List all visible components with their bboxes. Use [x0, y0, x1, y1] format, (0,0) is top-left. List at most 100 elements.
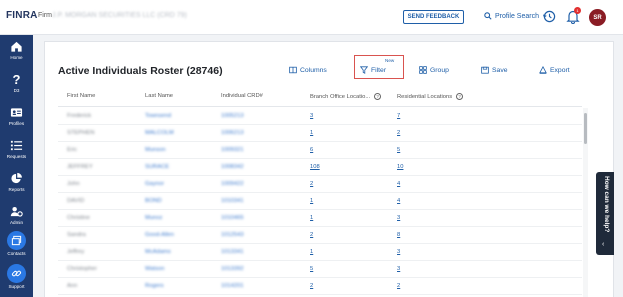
crd-link[interactable]: 1010341 — [221, 198, 244, 204]
residential-count-link[interactable]: 3 — [397, 266, 400, 272]
first-name-cell: JEFFREY — [67, 164, 93, 170]
last-name-link[interactable]: Munson — [145, 147, 166, 153]
avatar[interactable]: SR — [589, 9, 606, 26]
branch-count-link[interactable]: 2 — [310, 181, 313, 187]
residential-count-link[interactable]: 5 — [397, 147, 400, 153]
last-name-link[interactable]: Good-Allen — [145, 232, 174, 238]
branch-count-link[interactable]: 1 — [310, 198, 313, 204]
sidebar-item-home[interactable]: Home — [0, 40, 33, 60]
first-name-cell: Christine — [67, 215, 90, 221]
residential-count-link[interactable]: 3 — [397, 215, 400, 221]
residential-count-link[interactable]: 2 — [397, 283, 400, 289]
finra-logo[interactable]: FINRA — [6, 10, 38, 21]
id-card-icon — [10, 108, 23, 117]
crd-link[interactable]: 1006213 — [221, 130, 244, 136]
sidebar-item-support[interactable]: Support — [0, 264, 33, 289]
contacts-button[interactable] — [7, 231, 26, 250]
residential-count-link[interactable]: 7 — [397, 113, 400, 119]
crd-link[interactable]: 1010465 — [221, 215, 244, 221]
columns-icon — [289, 66, 297, 74]
first-name-cell: DAVID — [67, 198, 85, 204]
last-name-link[interactable]: MALCOLM — [145, 130, 174, 136]
table-row-divider — [58, 141, 582, 142]
table-row-divider — [58, 226, 582, 227]
table-row-divider — [58, 294, 582, 295]
history-icon[interactable] — [543, 10, 556, 23]
residential-count-link[interactable]: 10 — [397, 164, 403, 170]
first-name-cell: John — [67, 181, 80, 187]
sidebar-item-d3[interactable]: ? D3 — [0, 73, 33, 93]
column-header-last-name[interactable]: Last Name — [145, 93, 173, 99]
column-header-residential[interactable]: Residential Locations ? — [397, 93, 464, 100]
last-name-link[interactable]: SURACE — [145, 164, 169, 170]
crd-link[interactable]: 1008342 — [221, 164, 244, 170]
export-button[interactable]: Export — [539, 66, 570, 74]
link-icon — [11, 270, 22, 277]
last-name-link[interactable]: BOND — [145, 198, 162, 204]
crd-link[interactable]: 1013341 — [221, 249, 244, 255]
column-header-branch-office[interactable]: Branch Office Locatio... ? — [310, 93, 382, 100]
branch-count-link[interactable]: 5 — [310, 266, 313, 272]
sidebar-item-label: Requests — [6, 154, 27, 159]
crd-link[interactable]: 1005213 — [221, 113, 244, 119]
header-label: First Name — [67, 93, 96, 99]
group-icon — [419, 66, 427, 74]
filter-label: Filter — [371, 66, 387, 74]
group-button[interactable]: Group — [419, 66, 449, 74]
support-button[interactable] — [7, 264, 26, 283]
residential-count-link[interactable]: 4 — [397, 198, 400, 204]
send-feedback-button[interactable]: SEND FEEDBACK — [403, 10, 464, 24]
save-icon — [481, 66, 489, 74]
residential-count-link[interactable]: 8 — [397, 232, 400, 238]
last-name-link[interactable]: Watson — [145, 266, 164, 272]
sidebar-item-contacts[interactable]: Contacts — [0, 231, 33, 256]
branch-count-link[interactable]: 1 — [310, 130, 313, 136]
crd-link[interactable]: 1013392 — [221, 266, 244, 272]
header-divider — [58, 106, 582, 107]
residential-count-link[interactable]: 4 — [397, 181, 400, 187]
columns-button[interactable]: Columns — [289, 66, 327, 74]
crd-link[interactable]: 1009422 — [221, 181, 244, 187]
branch-count-link[interactable]: 1 — [310, 249, 313, 255]
table-row-divider — [58, 158, 582, 159]
last-name-link[interactable]: Gaynor — [145, 181, 164, 187]
header-label: Residential Locations — [397, 93, 453, 100]
table-row-divider — [58, 192, 582, 193]
residential-count-link[interactable]: 3 — [397, 249, 400, 255]
table-row-divider — [58, 209, 582, 210]
column-header-crd[interactable]: Individual CRD# — [221, 93, 263, 99]
save-button[interactable]: Save — [481, 66, 508, 74]
last-name-link[interactable]: McAdams — [145, 249, 171, 255]
sidebar-item-label: D3 — [13, 88, 20, 93]
branch-count-link[interactable]: 108 — [310, 164, 320, 170]
crd-link[interactable]: 1009321 — [221, 147, 244, 153]
help-circle-icon[interactable]: ? — [374, 93, 382, 100]
sidebar-item-profiles[interactable]: Profiles — [0, 106, 33, 126]
crd-link[interactable]: 1012543 — [221, 232, 244, 238]
roster-card — [44, 41, 614, 297]
last-name-link[interactable]: Rogers — [145, 283, 164, 289]
crd-link[interactable]: 1014201 — [221, 283, 244, 289]
sidebar-item-reports[interactable]: Reports — [0, 172, 33, 192]
new-badge: New — [385, 58, 395, 63]
branch-count-link[interactable]: 2 — [310, 283, 313, 289]
last-name-link[interactable]: Townsend — [145, 113, 171, 119]
filter-button[interactable]: Filter — [360, 66, 386, 74]
branch-count-link[interactable]: 6 — [310, 147, 313, 153]
branch-count-link[interactable]: 3 — [310, 113, 313, 119]
profile-search-link[interactable]: Profile Search — [484, 12, 539, 20]
branch-count-link[interactable]: 1 — [310, 215, 313, 221]
branch-count-link[interactable]: 2 — [310, 232, 313, 238]
help-circle-icon[interactable]: ? — [456, 93, 464, 100]
column-header-first-name[interactable]: First Name — [67, 93, 95, 99]
sidebar: Home ? D3 Profiles Requests Reports Admi… — [0, 35, 33, 297]
last-name-link[interactable]: Munoz — [145, 215, 162, 221]
sidebar-item-admin[interactable]: Admin — [0, 205, 33, 225]
scrollbar-thumb[interactable] — [584, 113, 587, 144]
chevron-left-icon[interactable]: ‹ — [602, 241, 604, 248]
residential-count-link[interactable]: 2 — [397, 130, 400, 136]
table-row-divider — [58, 175, 582, 176]
pie-chart-icon — [11, 172, 22, 184]
table-row-divider — [58, 124, 582, 125]
sidebar-item-requests[interactable]: Requests — [0, 139, 33, 159]
